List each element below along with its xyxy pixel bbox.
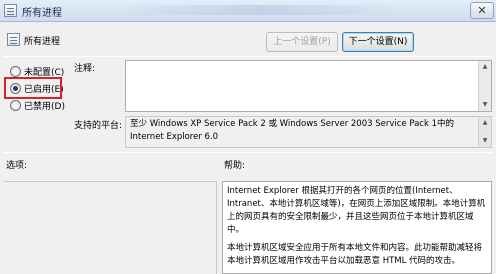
scroll-down-icon[interactable]: ▼ <box>479 135 491 147</box>
comment-textarea[interactable]: ▲ ▼ <box>125 60 492 112</box>
platform-label: 支持的平台: <box>74 121 123 131</box>
window-title: 所有进程 <box>22 8 62 19</box>
radio-circle[interactable] <box>10 65 21 77</box>
platform-line1: 至少 Windows XP Service Pack 2 或 Windows S… <box>130 119 455 129</box>
help-paragraph: 本地计算机区域安全应用于所有本地文件和内容。此功能帮助减轻将本地计算机区域用作攻… <box>227 243 483 266</box>
scroll-down-icon[interactable]: ▼ <box>479 99 491 111</box>
platform-box: 至少 Windows XP Service Pack 2 或 Windows S… <box>125 116 492 148</box>
options-label: 选项: <box>6 161 28 171</box>
policy-setting-icon <box>4 4 17 17</box>
scroll-up-icon[interactable]: ▲ <box>479 117 491 129</box>
comment-label: 注释: <box>74 64 96 74</box>
close-button[interactable]: ✕ <box>470 2 494 19</box>
header-divider <box>4 56 492 57</box>
comment-scrollbar[interactable]: ▲ ▼ <box>478 61 491 111</box>
previous-setting-button[interactable]: 上一个设置(P) <box>266 32 338 52</box>
radio-not-configured[interactable]: 未配置(C) <box>10 64 64 78</box>
section-divider <box>4 152 492 153</box>
radio-label: 已禁用(D) <box>24 101 65 112</box>
scroll-up-icon[interactable]: ▲ <box>479 61 491 73</box>
setting-name: 所有进程 <box>24 37 61 47</box>
platform-scrollbar[interactable]: ▲ ▼ <box>478 117 491 147</box>
title-bar: 所有进程 ✕ <box>0 0 496 22</box>
radio-label: 未配置(C) <box>24 67 65 78</box>
setting-icon <box>7 33 20 46</box>
help-label: 帮助: <box>224 161 246 171</box>
help-pane: Internet Explorer 根据其打开的各个网页的位置(Internet… <box>222 181 492 274</box>
help-paragraph: Internet Explorer 根据其打开的各个网页的位置(Internet… <box>227 186 486 235</box>
platform-line2: Internet Explorer 6.0 <box>130 132 219 142</box>
title-bar-glass <box>110 5 410 15</box>
options-pane <box>4 181 217 274</box>
radio-circle[interactable] <box>10 99 21 111</box>
next-setting-button[interactable]: 下一个设置(N) <box>342 32 414 52</box>
radio-disabled[interactable]: 已禁用(D) <box>10 98 65 112</box>
annotation-highlight <box>4 77 62 99</box>
